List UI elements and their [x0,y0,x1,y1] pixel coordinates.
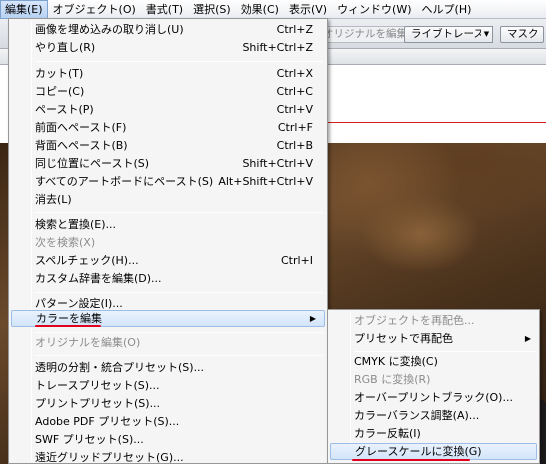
menu-item-label: オブジェクトを再配色... [354,314,475,327]
menu-item-label: 前面へペースト(F) [35,121,127,134]
menu-help[interactable]: ヘルプ(H) [417,0,477,19]
menu-item-label: SWF プリセット(S)... [35,433,144,446]
menu-item-label: 遠近グリッドプリセット(G)... [35,451,184,464]
highlight-underline [352,459,470,461]
menu-item-label: カラーを編集 [36,312,102,325]
menu-select[interactable]: 選択(S) [188,0,236,19]
menu-item-paste-in-front[interactable]: 前面へペースト(F) Ctrl+F [9,119,327,136]
menu-item-convert-to-rgb: RGB に変換(R) [328,371,539,388]
menu-item-shortcut: Shift+Ctrl+Z [242,41,313,54]
menu-item-label: 同じ位置にペースト(S) [35,157,150,170]
menu-item-label: グレースケールに変換(G) [355,445,482,458]
menu-item-label: オリジナルを編集(O) [35,336,141,349]
menu-item-recolor-with-preset[interactable]: プリセットで再配色 ▶ [328,330,539,347]
menu-item-spell-check[interactable]: スペルチェック(H)... Ctrl+I [9,252,327,269]
menu-item-label: CMYK に変換(C) [354,355,438,368]
menu-window[interactable]: ウィンドウ(W) [332,0,416,19]
menu-item-shortcut: Alt+Shift+Ctrl+V [218,175,313,188]
menu-item-label: コピー(C) [35,85,85,98]
menu-item-find-replace[interactable]: 検索と置換(E)... [9,216,327,233]
menu-item-label: 検索と置換(E)... [35,218,117,231]
menu-item-label: カラーバランス調整(A)... [354,409,480,422]
menu-separator [354,351,535,352]
menu-item-tracing-presets[interactable]: トレースプリセット(S)... [9,377,327,394]
menu-item-label: すべてのアートボードにペースト(S) [35,175,214,188]
menu-item-shortcut: Ctrl+F [277,121,313,134]
menu-item-label: プリントプリセット(S)... [35,397,161,410]
menu-item-pdf-presets[interactable]: Adobe PDF プリセット(S)... [9,413,327,430]
submenu-arrow-icon: ▶ [309,314,316,323]
menu-item-label: スペルチェック(H)... [35,254,139,267]
menu-edit[interactable]: 編集(E) [0,0,48,19]
menu-item-label: カット(T) [35,67,84,80]
menu-item-find-next: 次を検索(X) [9,234,327,251]
menu-item-cut[interactable]: カット(T) Ctrl+X [9,65,327,82]
menu-item-label: オーバープリントブラック(O)... [354,391,513,404]
menu-item-edit-original: オリジナルを編集(O) [9,334,327,351]
guide-line [328,122,546,123]
menu-item-overprint-black[interactable]: オーバープリントブラック(O)... [328,389,539,406]
menu-item-redo[interactable]: やり直し(R) Shift+Ctrl+Z [9,39,327,56]
menu-item-label: プリセットで再配色 [354,332,453,345]
menu-item-perspective-grid-presets[interactable]: 遠近グリッドプリセット(G)... [9,449,327,464]
menu-type[interactable]: 書式(T) [141,0,188,19]
menu-item-shortcut: Ctrl+B [276,139,313,152]
menu-item-label: トレースプリセット(S)... [35,379,160,392]
menu-item-label: 透明の分割・統合プリセット(S)... [35,361,205,374]
menu-item-label: 消去(L) [35,193,72,206]
menu-item-shortcut: Ctrl+V [276,103,313,116]
menu-item-flattener-presets[interactable]: 透明の分割・統合プリセット(S)... [9,359,327,376]
live-trace-dropdown-icon[interactable]: ▼ [481,26,493,43]
menu-separator [35,332,323,333]
submenu-arrow-icon: ▶ [524,334,531,343]
live-trace-button[interactable]: ライブトレース [404,26,491,43]
menu-item-recolor-artwork: オブジェクトを再配色... [328,312,539,329]
menu-item-shortcut: Ctrl+X [276,67,313,80]
menu-separator [35,355,323,356]
edit-colors-submenu: オブジェクトを再配色... プリセットで再配色 ▶ CMYK に変換(C) RG… [327,309,540,464]
menu-item-shortcut: Ctrl+C [276,85,313,98]
menu-item-label: RGB に変換(R) [354,373,431,386]
menu-item-shortcut: Shift+Ctrl+V [242,157,313,170]
menu-view[interactable]: 表示(V) [284,0,332,19]
menu-object[interactable]: オブジェクト(O) [48,0,141,19]
mask-button[interactable]: マスク [500,26,544,43]
menu-item-adjust-color-balance[interactable]: カラーバランス調整(A)... [328,407,539,424]
menu-item-convert-to-grayscale[interactable]: グレースケールに変換(G) [330,443,537,460]
menu-separator [35,212,323,213]
menu-separator [35,61,323,62]
menu-item-label: カスタム辞書を編集(D)... [35,272,162,285]
menu-separator [35,292,323,293]
menu-item-convert-to-cmyk[interactable]: CMYK に変換(C) [328,353,539,370]
menu-bar: 編集(E) オブジェクト(O) 書式(T) 選択(S) 効果(C) 表示(V) … [0,0,546,19]
menu-item-undo[interactable]: 画像を埋め込みの取り消し(U) Ctrl+Z [9,21,327,38]
highlight-underline [35,325,101,327]
menu-item-print-presets[interactable]: プリントプリセット(S)... [9,395,327,412]
edit-menu: 画像を埋め込みの取り消し(U) Ctrl+Z やり直し(R) Shift+Ctr… [8,18,328,464]
menu-item-paste[interactable]: ペースト(P) Ctrl+V [9,101,327,118]
menu-effect[interactable]: 効果(C) [236,0,284,19]
menu-item-copy[interactable]: コピー(C) Ctrl+C [9,83,327,100]
menu-item-clear[interactable]: 消去(L) [9,191,327,208]
menu-item-paste-in-place[interactable]: 同じ位置にペースト(S) Shift+Ctrl+V [9,155,327,172]
menu-item-swf-presets[interactable]: SWF プリセット(S)... [9,431,327,448]
menu-item-label: やり直し(R) [35,41,96,54]
menu-item-edit-custom-dictionary[interactable]: カスタム辞書を編集(D)... [9,270,327,287]
menu-item-shortcut: Ctrl+Z [276,23,313,36]
menu-item-label: 画像を埋め込みの取り消し(U) [35,23,184,36]
menu-item-shortcut: Ctrl+I [280,254,313,267]
menu-item-label: ペースト(P) [35,103,94,116]
menu-item-label: 背面へペースト(B) [35,139,128,152]
menu-item-label: カラー反転(I) [354,427,421,440]
menu-item-paste-in-back[interactable]: 背面へペースト(B) Ctrl+B [9,137,327,154]
menu-item-paste-on-all-artboards[interactable]: すべてのアートボードにペースト(S) Alt+Shift+Ctrl+V [9,173,327,190]
edit-original-button[interactable]: オリジナルを編集 [316,26,414,43]
menu-item-label: Adobe PDF プリセット(S)... [35,415,180,428]
menu-item-invert-colors[interactable]: カラー反転(I) [328,425,539,442]
menu-item-label: 次を検索(X) [35,236,96,249]
